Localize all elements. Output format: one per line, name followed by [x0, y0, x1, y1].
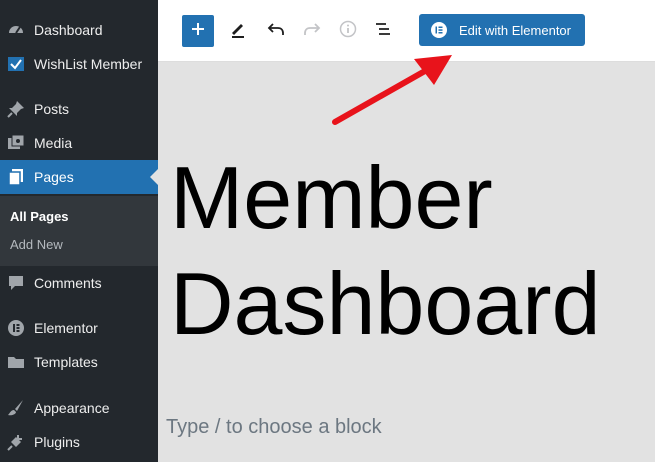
sidebar-item-templates[interactable]: Templates — [0, 345, 158, 379]
sidebar-item-label: Dashboard — [34, 22, 103, 38]
pages-icon — [6, 167, 26, 187]
details-button[interactable] — [332, 15, 364, 47]
list-view-icon — [374, 20, 392, 43]
sidebar-item-appearance[interactable]: Appearance — [0, 391, 158, 425]
undo-icon — [267, 20, 285, 43]
plug-icon — [6, 432, 26, 452]
sidebar-item-elementor[interactable]: Elementor — [0, 311, 158, 345]
redo-icon — [303, 20, 321, 43]
pencil-icon — [229, 20, 247, 43]
admin-sidebar: Dashboard WishList Member Posts Media Pa… — [0, 0, 158, 462]
wishlist-icon — [6, 54, 26, 74]
block-appender-placeholder[interactable]: Type / to choose a block — [166, 416, 382, 439]
page-title[interactable]: Member Dashboard — [170, 145, 650, 357]
comment-icon — [6, 273, 26, 293]
sidebar-item-dashboard[interactable]: Dashboard — [0, 13, 158, 47]
pin-icon — [6, 99, 26, 119]
sidebar-item-label: Media — [34, 135, 73, 151]
sidebar-item-label: Comments — [34, 275, 102, 291]
sidebar-item-wishlist-member[interactable]: WishList Member — [0, 47, 158, 81]
brush-icon — [6, 398, 26, 418]
sidebar-item-label: Templates — [34, 354, 98, 370]
pages-submenu: All Pages Add New — [0, 196, 158, 266]
annotation-arrow — [332, 55, 452, 125]
dashboard-icon — [6, 20, 26, 40]
sidebar-item-comments[interactable]: Comments — [0, 266, 158, 300]
sidebar-item-label: Plugins — [34, 434, 80, 450]
sidebar-item-label: Elementor — [34, 320, 98, 336]
undo-button[interactable] — [260, 15, 292, 47]
submenu-item-add-new[interactable]: Add New — [10, 237, 63, 252]
add-block-button[interactable] — [182, 15, 214, 47]
sidebar-item-posts[interactable]: Posts — [0, 92, 158, 126]
redo-button[interactable] — [296, 15, 328, 47]
media-icon — [6, 133, 26, 153]
sidebar-item-media[interactable]: Media — [0, 126, 158, 160]
sidebar-item-label: WishList Member — [34, 56, 143, 72]
sidebar-item-label: Appearance — [34, 400, 110, 416]
edit-with-elementor-label: Edit with Elementor — [459, 22, 571, 38]
folder-icon — [6, 352, 26, 372]
list-view-button[interactable] — [367, 15, 399, 47]
sidebar-item-pages[interactable]: Pages — [0, 160, 158, 194]
tools-button[interactable] — [222, 15, 254, 47]
edit-with-elementor-button[interactable]: Edit with Elementor — [419, 14, 585, 46]
plus-icon — [190, 21, 206, 42]
sidebar-item-label: Pages — [34, 169, 74, 185]
submenu-item-all-pages[interactable]: All Pages — [10, 209, 69, 224]
elementor-icon — [6, 318, 26, 338]
info-icon — [339, 20, 357, 43]
elementor-logo-icon — [431, 22, 447, 38]
sidebar-item-plugins[interactable]: Plugins — [0, 425, 158, 459]
sidebar-item-label: Posts — [34, 101, 70, 117]
